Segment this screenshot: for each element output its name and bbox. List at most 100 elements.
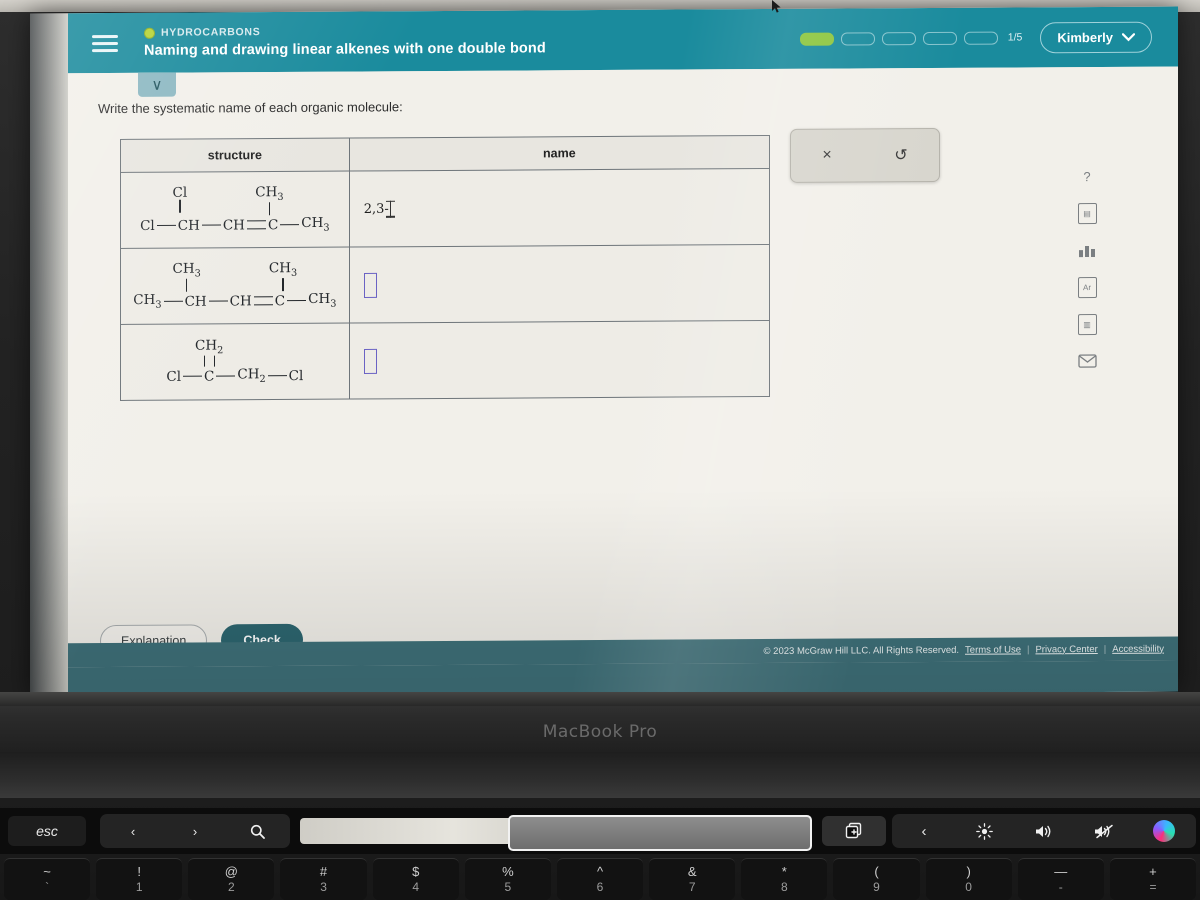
progress-segment	[963, 31, 998, 45]
touchbar-mute-icon[interactable]	[1074, 816, 1134, 846]
keyboard-key[interactable]: — -	[1017, 858, 1104, 900]
key-top-label: $	[412, 864, 420, 879]
keyboard-key[interactable]: ( 9	[833, 858, 920, 900]
keyboard-key[interactable]: % 5	[464, 858, 551, 900]
breadcrumb: HYDROCARBONS	[144, 24, 546, 39]
bond-single	[267, 375, 287, 377]
touchbar-esc-key[interactable]: esc	[8, 816, 86, 846]
key-bottom-label: 6	[596, 880, 604, 895]
key-top-label: !	[137, 864, 142, 879]
brightness-glyph	[975, 822, 993, 840]
touchbar-suggestion-strip[interactable]	[300, 815, 812, 851]
key-bottom-label: 2	[228, 880, 235, 895]
key-bottom-label: -	[1058, 880, 1063, 895]
screen-shadow-overlay	[30, 13, 68, 699]
message-icon[interactable]	[1076, 350, 1098, 372]
answer-input-3[interactable]	[363, 348, 377, 374]
key-bottom-label: 8	[780, 880, 788, 895]
touch-bar: esc ‹ › ‹	[0, 808, 1200, 854]
touchbar-siri-icon[interactable]	[1134, 816, 1194, 846]
substituent-label: CH2	[195, 337, 224, 356]
laptop-screen: HYDROCARBONS Naming and drawing linear a…	[30, 6, 1178, 699]
touchbar-brightness-icon[interactable]	[954, 816, 1014, 846]
table-row: CH3 CH3 CH CH3	[120, 244, 770, 325]
terms-of-use-link[interactable]: Terms of Use	[965, 644, 1021, 655]
key-top-label: ^	[596, 864, 604, 879]
footer-separator: |	[1103, 643, 1107, 655]
atom-label: C	[204, 368, 215, 385]
keyboard-key[interactable]: + =	[1109, 858, 1197, 900]
keyboard-key[interactable]: $ 4	[372, 858, 459, 900]
key-top-label: @	[224, 864, 238, 879]
touchbar-forward-icon[interactable]: ›	[164, 816, 226, 846]
keyboard-key[interactable]: # 3	[280, 858, 367, 900]
touchbar-new-tab-icon[interactable]	[822, 816, 886, 846]
undo-icon[interactable]: ↺	[894, 145, 907, 165]
app-header: HYDROCARBONS Naming and drawing linear a…	[68, 6, 1178, 74]
tools-rail: ? ▤ Ar ▥	[1065, 165, 1109, 372]
keyboard-key[interactable]: * 8	[741, 858, 828, 900]
key-bottom-label: 5	[504, 880, 512, 895]
calculator-icon[interactable]: ▤	[1076, 202, 1098, 224]
key-bottom-label: 3	[320, 880, 327, 895]
answer-input-2[interactable]	[363, 272, 377, 298]
laptop-photo-backdrop: HYDROCARBONS Naming and drawing linear a…	[0, 0, 1200, 900]
keyboard-key[interactable]: ^ 6	[556, 858, 644, 900]
laptop-hinge	[0, 692, 1200, 706]
volume-glyph	[1035, 825, 1050, 837]
molecule-structure-2: CH3 CH3 CH CH3	[120, 247, 350, 325]
bond-single	[208, 300, 228, 303]
keyboard-key[interactable]: ) 0	[925, 858, 1012, 900]
touchbar-collapse-icon[interactable]: ‹	[894, 816, 954, 846]
key-bottom-label: `	[45, 880, 50, 895]
bond-single	[163, 300, 183, 303]
progress-segment	[799, 32, 834, 46]
atom-label: C	[274, 292, 286, 309]
periodic-table-icon[interactable]: Ar	[1076, 276, 1098, 298]
key-bottom-label: 0	[965, 880, 972, 895]
key-bottom-label: 7	[688, 880, 696, 895]
keyboard-key[interactable]: & 7	[649, 858, 736, 900]
answer-cell-1[interactable]: 2,3-	[349, 168, 770, 248]
progress-segment	[881, 31, 916, 45]
touchbar-search-icon[interactable]	[226, 816, 288, 846]
mouse-cursor-icon	[772, 0, 781, 13]
atom-label: CH	[177, 217, 200, 234]
accessibility-link[interactable]: Accessibility	[1112, 643, 1164, 654]
bond-single	[156, 224, 176, 227]
clear-icon[interactable]: ×	[822, 147, 831, 165]
key-top-label: #	[319, 864, 328, 879]
bond-single	[183, 375, 203, 378]
atom-label: CH3	[308, 291, 337, 310]
progress-segment	[922, 31, 957, 45]
bar-chart-glyph	[1079, 245, 1095, 257]
header-right: 1/5 Kimberly	[799, 21, 1152, 54]
substituent-label: CH3	[172, 260, 201, 279]
bond-vertical	[268, 202, 271, 216]
bar-chart-icon[interactable]	[1076, 239, 1098, 261]
answer-input-1[interactable]: 2,3-	[364, 200, 392, 218]
answer-cell-2[interactable]	[349, 244, 770, 324]
privacy-center-link[interactable]: Privacy Center	[1035, 643, 1097, 654]
collapse-tab-chevron-down-icon[interactable]: ∨	[138, 72, 176, 97]
key-top-label: &	[687, 864, 697, 879]
touchbar-volume-icon[interactable]	[1014, 816, 1074, 846]
reference-book-icon[interactable]: ▥	[1076, 313, 1098, 335]
hamburger-menu-icon[interactable]	[92, 30, 118, 55]
user-menu-button[interactable]: Kimberly	[1040, 21, 1152, 53]
new-tab-glyph	[845, 822, 862, 839]
touchbar-selected-item[interactable]	[508, 815, 812, 851]
key-top-label: ~	[43, 864, 51, 879]
copyright-text: © 2023 McGraw Hill LLC. All Rights Reser…	[763, 644, 960, 657]
atom-label: CH2	[237, 366, 266, 386]
keyboard-key[interactable]: ! 1	[96, 858, 183, 900]
help-icon[interactable]: ?	[1076, 165, 1098, 187]
progress-segment	[840, 31, 875, 46]
progress-indicator: 1/5	[799, 31, 1022, 46]
bond-double	[253, 296, 273, 306]
substituent-label: CH3	[268, 259, 298, 279]
keyboard-key[interactable]: @ 2	[188, 858, 275, 900]
touchbar-back-icon[interactable]: ‹	[102, 816, 164, 846]
keyboard-key[interactable]: ~ `	[4, 858, 91, 900]
answer-cell-3[interactable]	[349, 320, 770, 400]
